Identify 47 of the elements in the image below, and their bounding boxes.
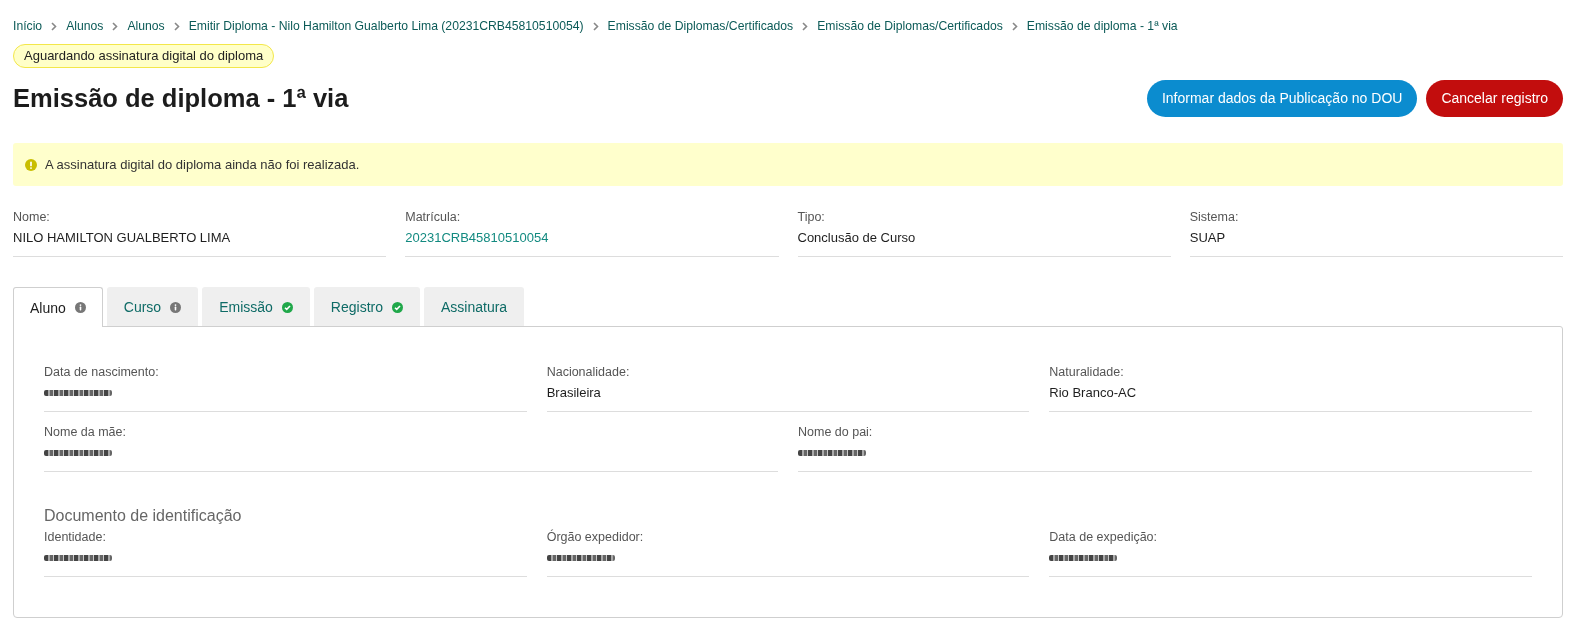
- breadcrumb-link[interactable]: Emitir Diploma - Nilo Hamilton Gualberto Lima (20231CRB45810510054): [188, 19, 584, 33]
- chevron-right-icon: [112, 21, 119, 31]
- chevron-right-icon: [802, 21, 809, 31]
- tab[interactable]: Registro: [313, 287, 420, 326]
- field-value: Conclusão de Curso: [797, 229, 917, 247]
- chevron-right-icon: [1011, 21, 1018, 31]
- chevron-right-icon: [592, 21, 599, 31]
- field-label: Data de nascimento:: [44, 364, 160, 381]
- field-label: Nacionalidade:: [546, 364, 631, 381]
- breadcrumb-link[interactable]: Alunos: [66, 19, 104, 33]
- field-value: SUAP: [1189, 229, 1227, 247]
- field-label: Nome:: [13, 209, 51, 226]
- tab[interactable]: Curso: [106, 287, 199, 326]
- field-label: Tipo:: [797, 209, 826, 226]
- check-icon: [392, 301, 403, 313]
- alert-message: A assinatura digital do diploma ainda não foi realizada.: [45, 157, 360, 172]
- section-title: Documento de identificação: [44, 506, 243, 526]
- cancel-button[interactable]: Cancelar registro: [1426, 79, 1563, 117]
- field-label: Naturalidade:: [1049, 364, 1125, 381]
- status-badge: Aguardando assinatura digital do diploma: [13, 44, 275, 68]
- field-label: Sistema:: [1189, 209, 1240, 226]
- check-icon: [281, 301, 293, 313]
- breadcrumb-link[interactable]: Emissão de diploma - 1ª via: [1026, 19, 1178, 33]
- field-label: Matrícula:: [405, 209, 462, 226]
- breadcrumb-link[interactable]: Início: [13, 19, 43, 33]
- field-label: Data de expedição:: [1049, 529, 1159, 546]
- page-title: Emissão de diploma - 1ª via: [13, 83, 349, 113]
- field-label: Identidade:: [44, 529, 107, 546]
- field-label: Nome da mãe:: [44, 424, 127, 441]
- tab[interactable]: Assinatura: [424, 287, 525, 326]
- field-value: Rio Branco-AC: [1049, 384, 1138, 402]
- breadcrumb-link[interactable]: Alunos: [127, 19, 165, 33]
- field-value: Brasileira: [546, 384, 602, 402]
- field-value: NILO HAMILTON GUALBERTO LIMA: [13, 229, 232, 247]
- field-label: Nome do pai:: [798, 424, 874, 441]
- tab[interactable]: Aluno: [13, 287, 103, 327]
- chevron-right-icon: [173, 21, 180, 31]
- field-label: Órgão expedidor:: [546, 528, 645, 546]
- action-button[interactable]: Informar dados da Publicação no DOU: [1146, 79, 1418, 117]
- chevron-right-icon: [51, 21, 58, 31]
- breadcrumb-link[interactable]: Emissão de Diplomas/Certificados: [817, 19, 1003, 33]
- info-icon: [74, 302, 86, 313]
- info-icon: [170, 301, 182, 313]
- exclamation-icon: [25, 158, 37, 171]
- breadcrumb-link[interactable]: Emissão de Diplomas/Certificados: [607, 19, 794, 33]
- tab[interactable]: Emissão: [202, 287, 310, 326]
- registration-link[interactable]: 20231CRB45810510054: [405, 227, 549, 248]
